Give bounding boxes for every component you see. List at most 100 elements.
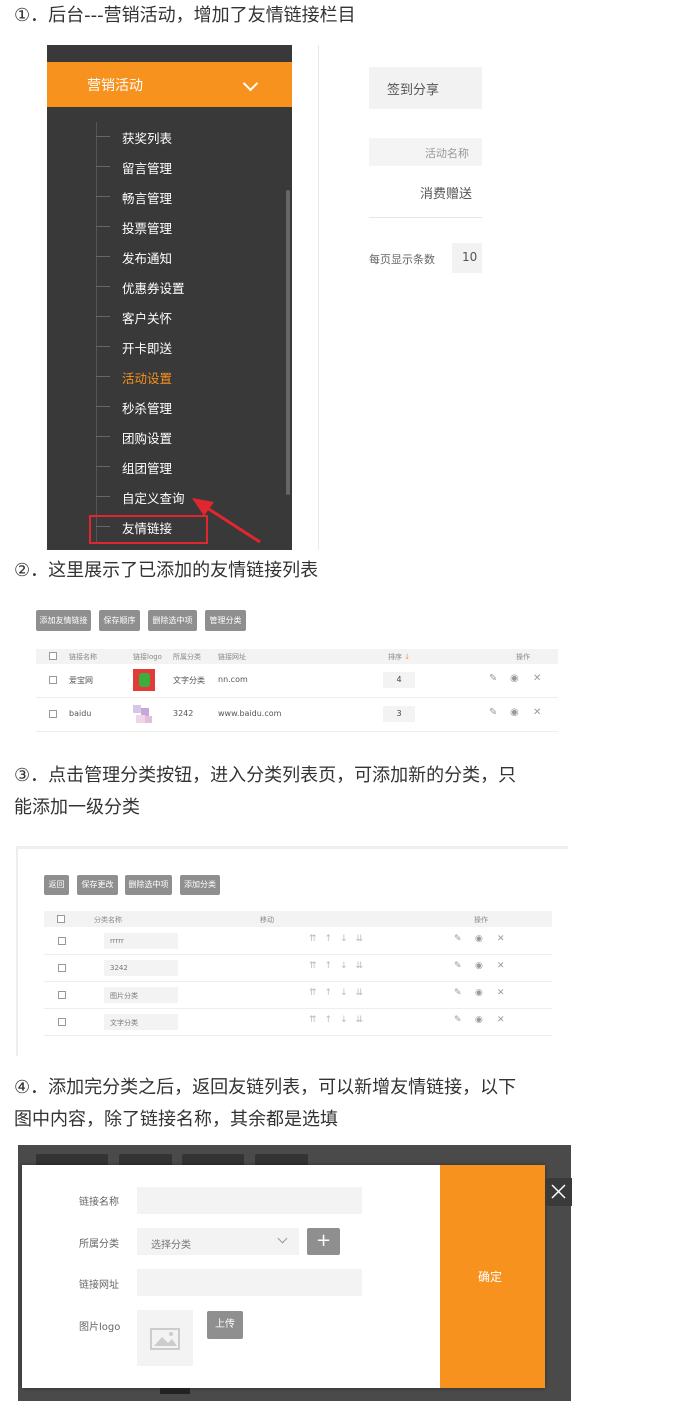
close-icon[interactable]: ✕ (497, 934, 505, 944)
eye-icon[interactable]: ◉ (510, 673, 519, 684)
down-arrow-icon[interactable]: ↓ (340, 988, 356, 998)
category-select[interactable]: 选择分类 (137, 1228, 299, 1255)
sort-input[interactable]: 4 (383, 672, 415, 688)
sort-input[interactable]: 3 (383, 706, 415, 722)
row-checkbox[interactable] (58, 991, 66, 999)
close-icon[interactable]: ✕ (533, 707, 541, 718)
edit-icon[interactable]: ✎ (454, 988, 462, 998)
close-icon[interactable]: ✕ (533, 673, 541, 684)
eye-icon[interactable]: ◉ (510, 707, 519, 718)
sidebar-item[interactable]: 组团管理 (96, 452, 276, 482)
manage-category-button[interactable]: 管理分类 (205, 610, 246, 631)
sidebar-header-marketing[interactable]: 营销活动 (47, 62, 292, 107)
close-icon[interactable]: ✕ (497, 988, 505, 998)
back-button[interactable]: 返回 (44, 875, 69, 895)
move-bottom-icon[interactable]: ⇊ (356, 1015, 372, 1025)
eye-icon[interactable]: ◉ (475, 961, 483, 971)
edit-icon[interactable]: ✎ (454, 961, 462, 971)
move-bottom-icon[interactable]: ⇊ (356, 934, 372, 944)
link-logo-blurred (130, 702, 158, 728)
sidebar-item[interactable]: 团购设置 (96, 422, 276, 452)
move-top-icon[interactable]: ⇈ (309, 961, 325, 971)
row-checkbox[interactable] (49, 710, 57, 718)
category-name-input[interactable]: rrrrr (104, 933, 178, 949)
move-top-icon[interactable]: ⇈ (309, 934, 325, 944)
down-arrow-icon[interactable]: ↓ (340, 1015, 356, 1025)
move-bottom-icon[interactable]: ⇊ (356, 961, 372, 971)
eye-icon[interactable]: ◉ (475, 1015, 483, 1025)
sidebar-item[interactable]: 优惠券设置 (96, 272, 276, 302)
upload-button[interactable]: 上传 (207, 1311, 243, 1339)
sidebar-item[interactable]: 留言管理 (96, 152, 276, 182)
edit-icon[interactable]: ✎ (454, 1015, 462, 1025)
pixel (133, 705, 141, 713)
add-category-button[interactable]: 添加分类 (180, 875, 220, 895)
save-changes-button[interactable]: 保存更改 (77, 875, 118, 895)
category-name-input[interactable]: 图片分类 (104, 987, 178, 1003)
activity-name-input[interactable]: 活动名称 (369, 138, 482, 166)
eye-icon[interactable]: ◉ (475, 934, 483, 944)
move-bottom-icon[interactable]: ⇊ (356, 988, 372, 998)
col-url: 链接网址 (218, 653, 246, 661)
sidebar-item[interactable]: 秒杀管理 (96, 392, 276, 422)
row-category: 3242 (173, 709, 194, 718)
sidebar-item-label: 自定义查询 (122, 491, 185, 506)
edit-icon[interactable]: ✎ (489, 707, 497, 718)
sidebar-item[interactable]: 活动设置 (96, 362, 276, 392)
down-arrow-icon[interactable]: ↓ (340, 934, 356, 944)
row-checkbox[interactable] (58, 1018, 66, 1026)
per-page-select[interactable]: 10 (452, 243, 482, 273)
select-all-checkbox[interactable] (49, 652, 57, 660)
save-order-button[interactable]: 保存顺序 (99, 610, 140, 631)
category-row: 文字分类 ⇈↑↓⇊ ✎ ◉ ✕ (44, 1009, 552, 1036)
step-3-text-line1: ③．点击管理分类按钮，进入分类列表页，可添加新的分类，只 (14, 765, 517, 786)
col-sort[interactable]: 排序 ↓ (388, 652, 410, 662)
sidebar-scrollbar[interactable] (286, 190, 290, 495)
down-arrow-icon[interactable]: ↓ (340, 961, 356, 971)
category-name-input[interactable]: 3242 (104, 960, 178, 976)
link-name-input[interactable] (137, 1187, 362, 1214)
sidebar-item[interactable]: 投票管理 (96, 212, 276, 242)
edit-icon[interactable]: ✎ (454, 934, 462, 944)
up-arrow-icon[interactable]: ↑ (325, 961, 341, 971)
close-icon[interactable]: ✕ (497, 961, 505, 971)
add-category-plus-button[interactable]: + (307, 1228, 340, 1255)
move-arrows: ⇈↑↓⇊ (309, 934, 371, 944)
activity-name-placeholder: 活动名称 (425, 147, 469, 160)
move-arrows: ⇈↑↓⇊ (309, 988, 371, 998)
row-name: 爱宝网 (69, 676, 93, 685)
up-arrow-icon[interactable]: ↑ (325, 988, 341, 998)
delete-selected-button[interactable]: 删除选中项 (148, 610, 197, 631)
close-icon[interactable]: ✕ (497, 1015, 505, 1025)
move-top-icon[interactable]: ⇈ (309, 988, 325, 998)
sidebar-item[interactable]: 畅言管理 (96, 182, 276, 212)
sidebar-item[interactable]: 获奖列表 (96, 122, 276, 152)
row-checkbox[interactable] (58, 964, 66, 972)
eye-icon[interactable]: ◉ (475, 988, 483, 998)
link-url-input[interactable] (137, 1269, 362, 1296)
move-top-icon[interactable]: ⇈ (309, 1015, 325, 1025)
confirm-button[interactable]: 确定 (440, 1165, 545, 1388)
sidebar-item[interactable]: 客户关怀 (96, 302, 276, 332)
sidebar-item-label: 获奖列表 (122, 131, 173, 146)
category-row: 图片分类 ⇈↑↓⇊ ✎ ◉ ✕ (44, 982, 552, 1009)
col-category: 所属分类 (173, 653, 201, 661)
delete-selected-button[interactable]: 删除选中项 (125, 875, 172, 895)
category-name-input[interactable]: 文字分类 (104, 1014, 178, 1030)
sidebar-item-label: 畅言管理 (122, 191, 173, 206)
add-link-button[interactable]: 添加友情链接 (36, 610, 91, 631)
up-arrow-icon[interactable]: ↑ (325, 1015, 341, 1025)
table-row: baidu 3242 www.baidu.com 3 ✎ ◉ ✕ (36, 698, 558, 732)
row-checkbox[interactable] (49, 676, 57, 684)
logo-upload-placeholder[interactable] (137, 1310, 193, 1366)
edit-icon[interactable]: ✎ (489, 673, 497, 684)
close-dialog-button[interactable] (545, 1178, 572, 1206)
up-arrow-icon[interactable]: ↑ (325, 934, 341, 944)
row-checkbox[interactable] (58, 937, 66, 945)
tab-sign-share[interactable]: 签到分享 (369, 67, 482, 109)
select-all-checkbox[interactable] (57, 915, 65, 923)
url-label: 链接网址 (79, 1280, 119, 1291)
sidebar-item[interactable]: 发布通知 (96, 242, 276, 272)
row-url: www.baidu.com (218, 709, 282, 718)
sidebar-item[interactable]: 开卡即送 (96, 332, 276, 362)
